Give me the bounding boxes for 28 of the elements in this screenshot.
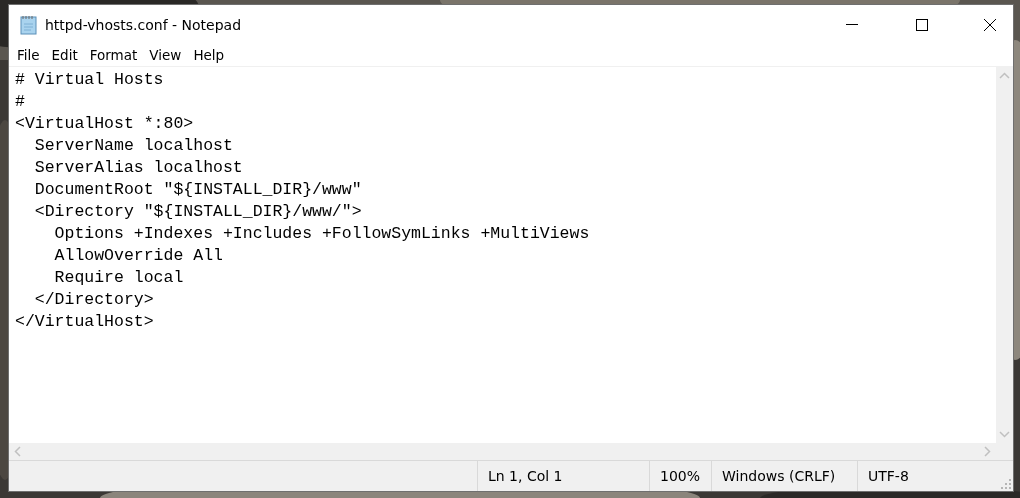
vertical-scrollbar[interactable] <box>996 67 1013 443</box>
encoding: UTF-8 <box>857 461 999 491</box>
minimize-icon <box>846 23 858 26</box>
code-line: ServerName localhost <box>33 135 234 157</box>
horizontal-scrollbar[interactable] <box>9 443 996 460</box>
notepad-icon <box>20 14 38 35</box>
menu-item[interactable]: File <box>11 44 46 66</box>
code-line: # <box>15 91 26 113</box>
menu-item[interactable]: Edit <box>45 44 84 66</box>
code-line: Options +Indexes +Includes +FollowSymLinks +MultiViews <box>53 223 591 245</box>
close-icon <box>984 18 996 31</box>
code-line: </VirtualHost> <box>15 311 155 333</box>
menu-item[interactable]: View <box>143 44 188 66</box>
code-line: </Directory> <box>33 289 155 311</box>
zoom-level: 100% <box>649 461 711 491</box>
code-line: ServerAlias localhost <box>33 157 244 179</box>
menu-item[interactable]: Format <box>83 44 144 66</box>
cursor-position: Ln 1, Col 1 <box>477 461 649 491</box>
code-line: <VirtualHost *:80> <box>15 113 195 135</box>
code-line: DocumentRoot "${INSTALL_DIR}/www" <box>33 179 363 201</box>
line-ending: Windows (CRLF) <box>711 461 857 491</box>
code-line: # Virtual Hosts <box>15 69 165 91</box>
code-line: AllowOverride All <box>53 245 224 267</box>
window-title: httpd-vhosts.conf - Notepad <box>45 16 243 33</box>
code-line: Require local <box>53 267 185 289</box>
maximize-icon <box>916 18 928 31</box>
menu-item[interactable]: Help <box>187 44 231 66</box>
code-line: <Directory "${INSTALL_DIR}/www/"> <box>33 201 363 223</box>
